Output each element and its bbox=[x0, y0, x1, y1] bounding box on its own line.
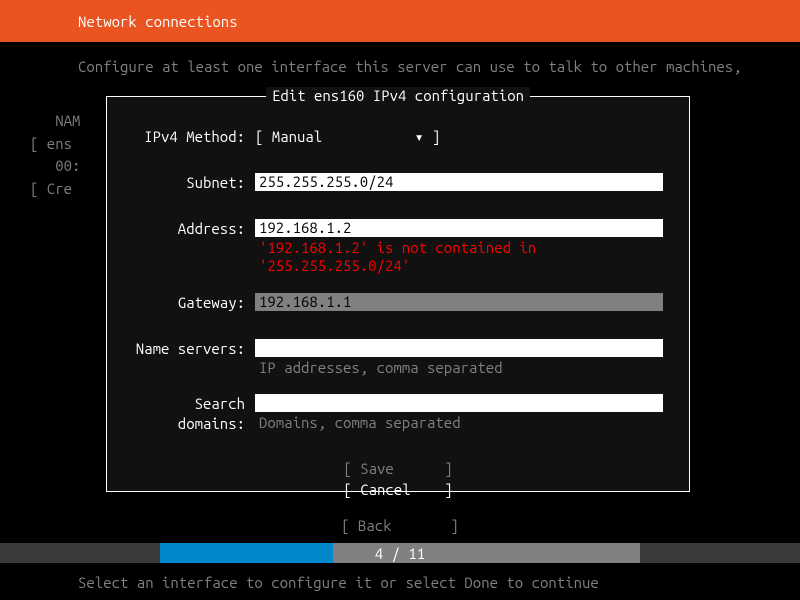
progress-area: 4 / 11 bbox=[0, 543, 800, 563]
page-title: Network connections bbox=[78, 13, 238, 30]
method-label: IPv4 Method: bbox=[121, 127, 255, 147]
bg-line: 00: bbox=[30, 155, 80, 178]
nameservers-label: Name servers: bbox=[121, 339, 255, 359]
cancel-button[interactable]: [ Cancel ] bbox=[343, 479, 452, 500]
gateway-input[interactable]: 192.168.1.1 bbox=[255, 293, 663, 311]
bg-line: [ Cre bbox=[30, 178, 80, 201]
dialog-title: Edit ens160 IPv4 configuration bbox=[266, 87, 530, 104]
method-select[interactable]: [ Manual ▾ ] bbox=[255, 128, 440, 145]
searchdomains-label: Search domains: bbox=[121, 394, 255, 434]
address-error: '192.168.1.2' is not contained in '255.2… bbox=[255, 237, 675, 275]
address-label: Address: bbox=[121, 219, 255, 239]
ipv4-config-dialog: Edit ens160 IPv4 configuration IPv4 Meth… bbox=[106, 96, 690, 492]
searchdomains-input[interactable] bbox=[255, 394, 663, 412]
save-button[interactable]: [ Save ] bbox=[343, 458, 452, 479]
background-interface-list: NAM [ ens 00: [ Cre bbox=[30, 110, 80, 200]
progress-text: 4 / 11 bbox=[0, 545, 800, 562]
subnet-label: Subnet: bbox=[121, 173, 255, 193]
nameservers-input[interactable] bbox=[255, 339, 663, 357]
bg-line: NAM bbox=[30, 110, 80, 133]
instruction-text: Configure at least one interface this se… bbox=[0, 42, 800, 75]
subnet-input[interactable]: 255.255.255.0/24 bbox=[255, 173, 663, 191]
back-button[interactable]: [ Back ] bbox=[0, 517, 800, 534]
header-bar: Network connections bbox=[0, 0, 800, 42]
bg-line: [ ens bbox=[30, 133, 80, 156]
footer-hint: Select an interface to configure it or s… bbox=[78, 574, 599, 591]
searchdomains-hint: Domains, comma separated bbox=[255, 412, 675, 431]
gateway-label: Gateway: bbox=[121, 293, 255, 313]
address-input[interactable]: 192.168.1.2 bbox=[255, 219, 663, 237]
nameservers-hint: IP addresses, comma separated bbox=[255, 357, 675, 376]
